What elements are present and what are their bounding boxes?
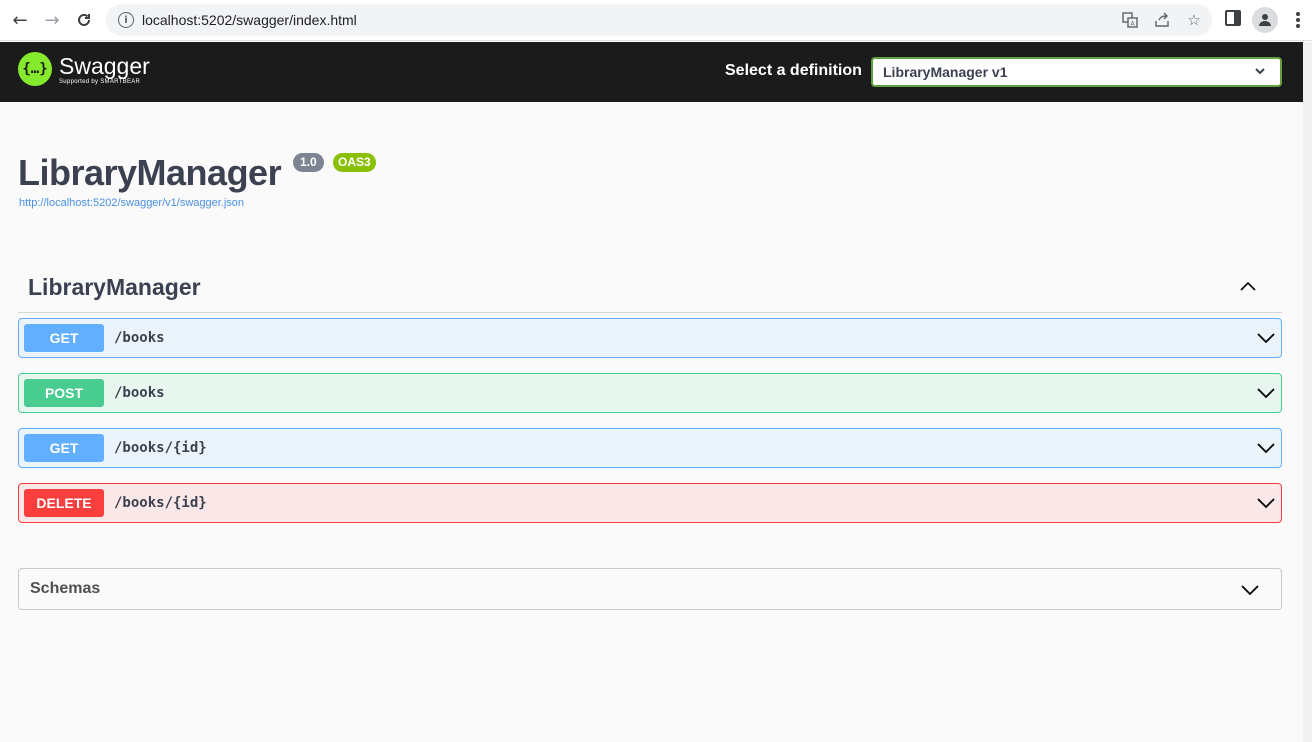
method-badge: POST xyxy=(24,379,104,407)
version-badge: 1.0 xyxy=(293,153,324,172)
schemas-section[interactable]: Schemas xyxy=(18,568,1282,610)
tag-title: LibraryManager xyxy=(28,274,201,300)
profile-avatar-icon[interactable] xyxy=(1252,7,1278,33)
chevron-down-icon xyxy=(1254,65,1266,80)
chevron-down-icon[interactable] xyxy=(1239,579,1261,601)
swagger-logo-icon: {…} xyxy=(18,52,52,86)
operation-post-books[interactable]: POST /books xyxy=(18,373,1282,413)
method-badge: GET xyxy=(24,324,104,352)
address-bar[interactable]: i localhost:5202/swagger/index.html A ☆ xyxy=(106,4,1212,36)
method-badge: DELETE xyxy=(24,489,104,517)
kebab-menu-icon[interactable] xyxy=(1290,10,1306,30)
definition-select-value: LibraryManager v1 xyxy=(883,64,1008,80)
share-icon[interactable] xyxy=(1152,10,1172,30)
bookmark-star-icon[interactable]: ☆ xyxy=(1184,10,1204,30)
operation-get-books[interactable]: GET /books xyxy=(18,318,1282,358)
site-info-icon[interactable]: i xyxy=(118,12,134,28)
forward-arrow-icon[interactable]: → xyxy=(37,5,67,35)
swagger-logo-name: Swagger xyxy=(59,52,150,79)
oas-badge: OAS3 xyxy=(333,153,376,172)
method-badge: GET xyxy=(24,434,104,462)
swagger-topbar: {…} Swagger Supported by SMARTBEAR Selec… xyxy=(0,42,1303,102)
operation-get-book-by-id[interactable]: GET /books/{id} xyxy=(18,428,1282,468)
spec-url-link[interactable]: http://localhost:5202/swagger/v1/swagger… xyxy=(19,197,244,209)
operation-path: /books/{id} xyxy=(114,440,207,456)
api-title: LibraryManager xyxy=(18,152,282,193)
translate-icon[interactable]: A xyxy=(1120,10,1140,30)
schemas-title: Schemas xyxy=(30,580,101,597)
swagger-logo[interactable]: {…} Swagger Supported by SMARTBEAR xyxy=(18,52,150,86)
chevron-down-icon[interactable] xyxy=(1255,382,1277,404)
tag-section-header[interactable]: LibraryManager xyxy=(18,266,1282,313)
chevron-up-icon[interactable] xyxy=(1238,276,1258,296)
chevron-down-icon[interactable] xyxy=(1255,437,1277,459)
operation-path: /books xyxy=(114,330,165,346)
operation-path: /books xyxy=(114,385,165,401)
back-arrow-icon[interactable]: ← xyxy=(5,5,35,35)
reload-icon[interactable] xyxy=(69,5,99,35)
browser-toolbar: ← → i localhost:5202/swagger/index.html … xyxy=(0,0,1312,41)
definition-select[interactable]: LibraryManager v1 xyxy=(871,57,1282,87)
chevron-down-icon[interactable] xyxy=(1255,492,1277,514)
side-panel-icon[interactable] xyxy=(1225,10,1241,26)
definition-select-label: Select a definition xyxy=(725,62,862,79)
page-scrollbar[interactable] xyxy=(1303,42,1312,742)
operation-path: /books/{id} xyxy=(114,495,207,511)
operation-delete-book-by-id[interactable]: DELETE /books/{id} xyxy=(18,483,1282,523)
url-text[interactable]: localhost:5202/swagger/index.html xyxy=(142,12,357,28)
swagger-logo-subtitle: Supported by SMARTBEAR xyxy=(59,78,141,85)
chevron-down-icon[interactable] xyxy=(1255,327,1277,349)
